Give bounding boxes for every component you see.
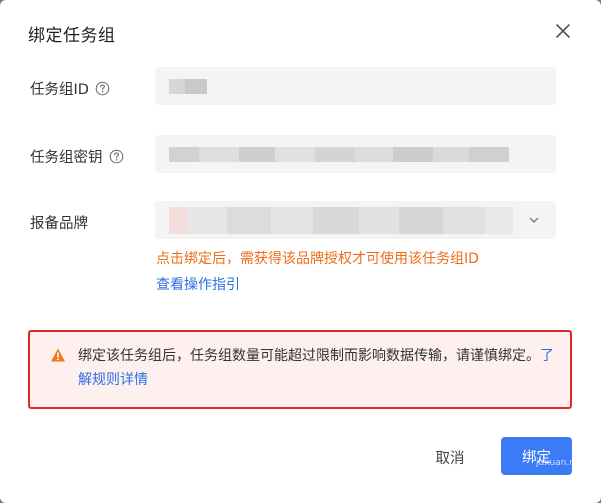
cancel-button[interactable]: 取消 <box>418 440 482 474</box>
limit-warning-alert: 绑定该任务组后，任务组数量可能超过限制而影响数据传输，请谨慎绑定。了解规则详情 <box>28 330 572 409</box>
brand-select[interactable] <box>155 201 556 239</box>
task-group-id-input[interactable] <box>155 67 556 105</box>
task-group-id-label: 任务组ID <box>30 78 110 99</box>
task-group-key-input[interactable] <box>155 135 556 173</box>
alert-message: 绑定该任务组后，任务组数量可能超过限制而影响数据传输，请谨慎绑定。了解规则详情 <box>78 348 554 388</box>
question-circle-icon[interactable] <box>95 81 110 96</box>
warning-triangle-icon <box>51 348 65 362</box>
operation-guide-link[interactable]: 查看操作指引 <box>156 274 240 294</box>
bind-task-group-dialog: 绑定任务组 任务组ID 任务组密钥 报备品牌 点击绑定后，需获得该品牌授权才可使… <box>0 0 601 503</box>
dialog-title: 绑定任务组 <box>28 26 116 46</box>
bind-button[interactable]: 绑定 <box>501 437 572 475</box>
brand-label: 报备品牌 <box>30 216 88 232</box>
question-circle-icon[interactable] <box>109 149 124 164</box>
task-group-key-label: 任务组密钥 <box>30 146 124 167</box>
chevron-down-icon[interactable] <box>528 214 540 226</box>
close-icon[interactable] <box>553 21 573 41</box>
authorization-warning: 点击绑定后，需获得该品牌授权才可使用该任务组ID <box>156 251 479 267</box>
watermark: juxuan.n <box>536 458 576 468</box>
